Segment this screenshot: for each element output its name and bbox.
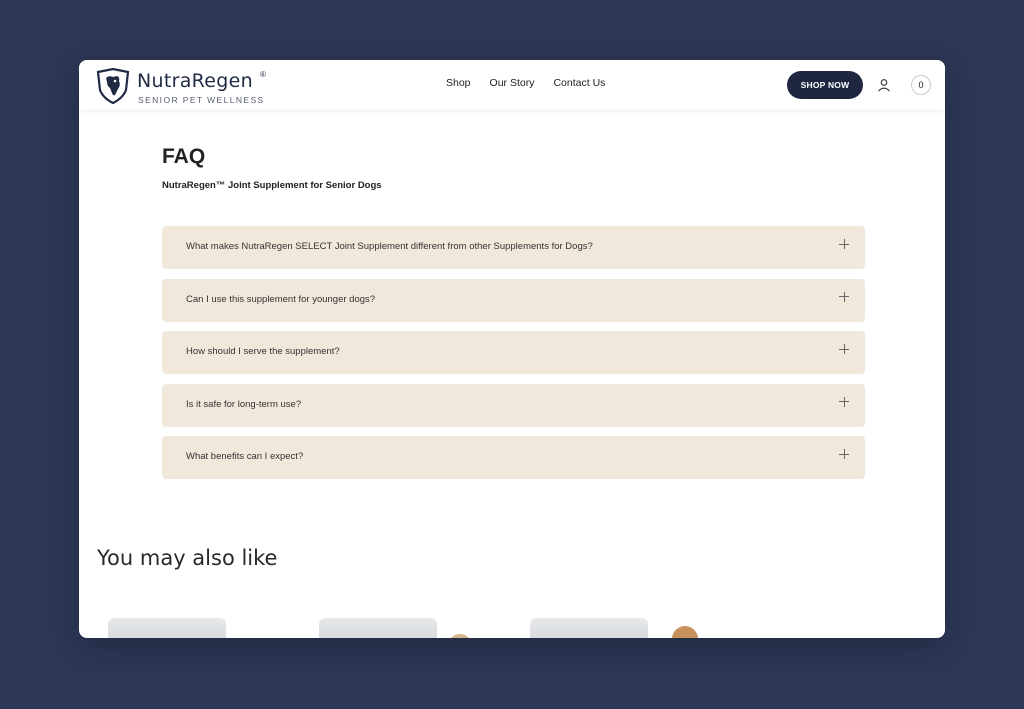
plus-icon	[839, 291, 849, 302]
faq-item[interactable]: Can I use this supplement for younger do…	[162, 278, 865, 322]
faq-item[interactable]: What makes NutraRegen SELECT Joint Suppl…	[162, 226, 865, 269]
brand-tagline: SENIOR PET WELLNESS	[138, 95, 265, 105]
plus-icon	[839, 396, 849, 407]
pet-image	[672, 626, 698, 638]
nav-shop[interactable]: Shop	[446, 77, 471, 89]
faq-item[interactable]: How should I serve the supplement?	[162, 331, 865, 374]
plus-icon	[839, 239, 849, 249]
product-jar-image	[530, 618, 648, 638]
main-nav: Shop Our Story Contact Us	[446, 77, 624, 89]
site-header: NutraRegen ® SENIOR PET WELLNESS Shop Ou…	[79, 60, 945, 110]
product-card-1[interactable]	[108, 618, 228, 638]
product-jar-image	[319, 618, 437, 638]
nav-contact-us[interactable]: Contact Us	[553, 77, 605, 89]
faq-question: Is it safe for long-term use?	[186, 398, 302, 410]
pet-image	[449, 634, 471, 638]
cart-button[interactable]: 0	[911, 75, 931, 95]
user-icon[interactable]	[877, 78, 891, 92]
faq-title: FAQ	[162, 145, 206, 168]
shop-now-button[interactable]: SHOP NOW	[787, 71, 863, 99]
browser-window: NutraRegen ® SENIOR PET WELLNESS Shop Ou…	[79, 60, 945, 638]
faq-list: What makes NutraRegen SELECT Joint Suppl…	[162, 226, 865, 489]
faq-item[interactable]: What benefits can I expect?	[162, 436, 865, 479]
product-card-3[interactable]	[530, 618, 698, 638]
recommendations-heading: You may also like	[97, 546, 278, 570]
brand-name: NutraRegen	[137, 70, 253, 92]
product-jar-image	[108, 618, 226, 638]
faq-subtitle: NutraRegen™ Joint Supplement for Senior …	[162, 180, 382, 191]
nav-our-story[interactable]: Our Story	[490, 77, 535, 89]
dog-shield-icon	[96, 68, 130, 104]
cart-count: 0	[918, 80, 924, 90]
product-card-2[interactable]	[319, 618, 471, 638]
registered-mark: ®	[260, 70, 266, 79]
plus-icon	[839, 449, 849, 459]
faq-question: What benefits can I expect?	[186, 451, 304, 462]
logo[interactable]: NutraRegen ® SENIOR PET WELLNESS	[95, 68, 275, 105]
faq-question: What makes NutraRegen SELECT Joint Suppl…	[186, 241, 593, 252]
plus-icon	[839, 344, 849, 354]
faq-question: Can I use this supplement for younger do…	[186, 293, 376, 305]
faq-item[interactable]: Is it safe for long-term use?	[162, 383, 865, 427]
faq-question: How should I serve the supplement?	[186, 346, 340, 357]
